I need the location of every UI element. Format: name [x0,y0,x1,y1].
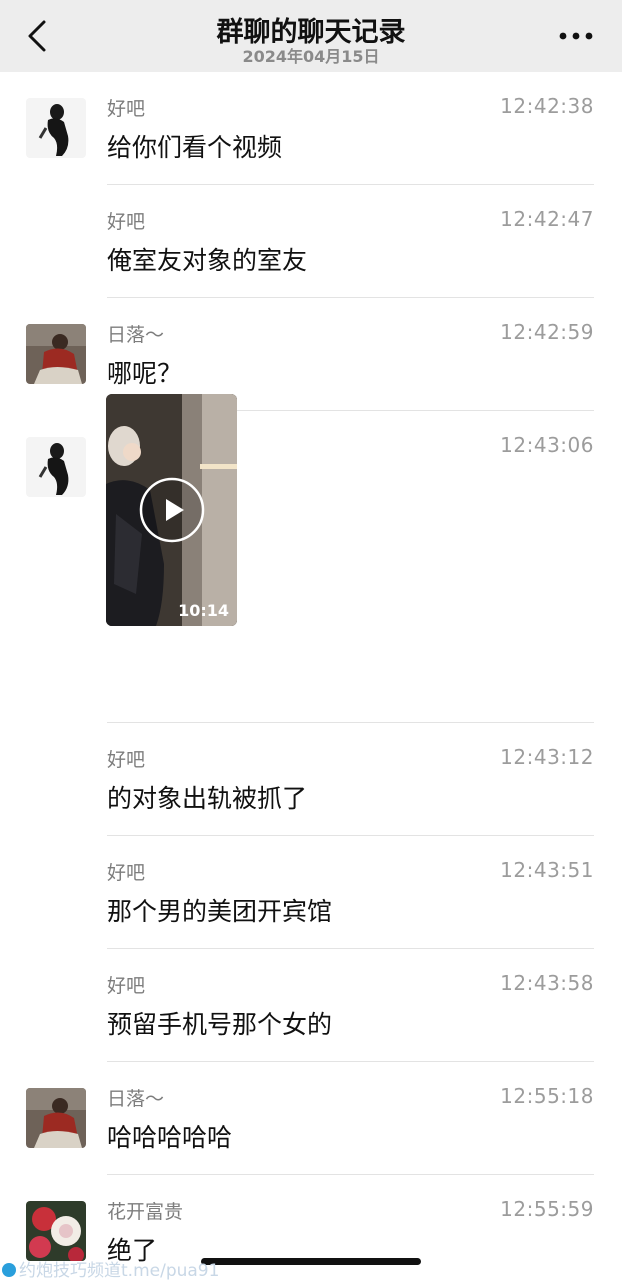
message-text[interactable]: 哪呢？ [107,354,182,390]
message-text[interactable]: 给你们看个视频 [107,128,282,164]
message-item: 好吧 12:43:12 的对象出轨被抓了 [0,723,622,836]
message-item: 好吧 12:42:47 俺室友对象的室友 [0,185,622,298]
message-list[interactable]: 好吧 12:42:38 给你们看个视频 好吧 12:42:47 俺室友对象的室友… [0,72,622,1288]
sender-name: 好吧 [107,975,146,997]
avatar[interactable] [26,324,86,384]
message-text[interactable]: 的对象出轨被抓了 [107,779,307,815]
message-time: 12:43:51 [500,858,594,882]
video-message-thumbnail[interactable]: 10:14 [106,394,237,626]
play-icon[interactable] [139,477,205,543]
message-item: 好吧 12:42:38 给你们看个视频 [0,72,622,185]
home-indicator[interactable] [201,1258,421,1265]
sender-name: 日落～ [107,324,165,346]
message-item: 日落～ 12:42:59 哪呢？ [0,298,622,411]
sender-name: 好吧 [107,211,146,233]
watermark-text: 约炮技巧频道t.me/pua91 [19,1261,220,1281]
message-time: 12:43:12 [500,745,594,769]
message-item: 好吧 12:43:51 那个男的美团开宾馆 [0,836,622,949]
sender-name: 好吧 [107,749,146,771]
message-item: 日落～ 12:55:18 哈哈哈哈哈 [0,1062,622,1175]
sender-name: 好吧 [107,98,146,120]
message-text[interactable]: 那个男的美团开宾馆 [107,892,332,928]
more-dots-icon [559,32,593,40]
page-date: 2024年04月15日 [242,47,380,66]
video-duration: 10:14 [178,601,229,620]
message-time: 12:43:58 [500,971,594,995]
message-text[interactable]: 预留手机号那个女的 [107,1005,332,1041]
message-text[interactable]: 哈哈哈哈哈 [107,1118,232,1154]
sender-name: 花开富贵 [107,1201,184,1223]
telegram-icon [2,1263,16,1277]
message-text[interactable]: 俺室友对象的室友 [107,241,307,277]
watermark: 约炮技巧频道t.me/pua91 [2,1256,219,1281]
message-time: 12:42:38 [500,94,594,118]
avatar[interactable] [26,437,86,497]
avatar[interactable] [26,1088,86,1148]
message-time: 12:55:59 [500,1197,594,1221]
message-item: 好吧 12:43:06 [0,411,622,723]
message-time: 12:42:59 [500,320,594,344]
message-item: 好吧 12:43:58 预留手机号那个女的 [0,949,622,1062]
chat-history-header: 群聊的聊天记录 2024年04月15日 [0,0,622,72]
avatar[interactable] [26,1201,86,1261]
message-time: 12:42:47 [500,207,594,231]
message-time: 12:55:18 [500,1084,594,1108]
more-button[interactable] [558,26,594,46]
message-time: 12:43:06 [500,433,594,457]
avatar[interactable] [26,98,86,158]
sender-name: 日落～ [107,1088,165,1110]
sender-name: 好吧 [107,862,146,884]
